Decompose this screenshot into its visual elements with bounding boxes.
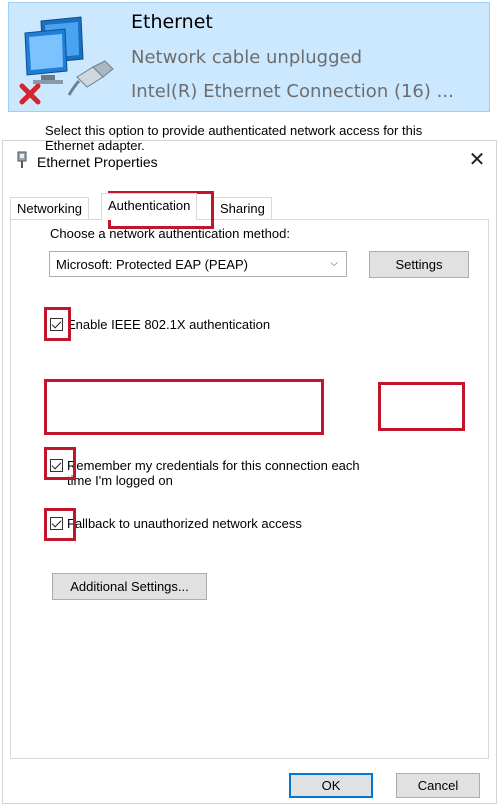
cancel-button[interactable]: Cancel [396, 773, 480, 798]
close-icon: ✕ [468, 149, 486, 171]
close-button[interactable]: ✕ [462, 147, 492, 173]
fallback-row[interactable]: Fallback to unauthorized network access [50, 516, 302, 531]
adapter-name: Ethernet [131, 11, 213, 33]
enable-8021x-row[interactable]: Enable IEEE 802.1X authentication [50, 317, 270, 332]
fallback-label: Fallback to unauthorized network access [67, 516, 302, 531]
tab-sharing[interactable]: Sharing [213, 197, 272, 219]
chevron-down-icon[interactable]: ⌵ [322, 253, 345, 275]
remember-credentials-row[interactable]: Remember my credentials for this connect… [50, 458, 360, 488]
remember-credentials-checkbox[interactable] [50, 459, 63, 472]
enable-8021x-label: Enable IEEE 802.1X authentication [67, 317, 271, 332]
tab-panel-authentication [10, 219, 489, 759]
adapter-status: Network cable unplugged [131, 47, 363, 68]
adapter-device: Intel(R) Ethernet Connection (16) ... [131, 81, 454, 102]
fallback-checkbox[interactable] [50, 517, 63, 530]
network-adapter-small-icon [17, 151, 27, 168]
tab-networking[interactable]: Networking [10, 197, 90, 219]
additional-settings-button[interactable]: Additional Settings... [52, 573, 207, 600]
remember-credentials-label: Remember my credentials for this connect… [67, 458, 360, 488]
auth-method-select[interactable]: Microsoft: Protected EAP (PEAP) ⌵ [49, 251, 347, 277]
enable-8021x-checkbox[interactable] [50, 318, 63, 331]
ok-button[interactable]: OK [289, 773, 373, 798]
tab-authentication[interactable]: Authentication [101, 193, 198, 220]
window-title: Ethernet Properties [37, 154, 158, 170]
auth-method-value: Microsoft: Protected EAP (PEAP) [56, 257, 248, 272]
network-adapter-tile[interactable]: Ethernet Network cable unplugged Intel(R… [8, 2, 490, 112]
auth-description: Select this option to provide authentica… [45, 123, 423, 153]
red-x-icon [19, 83, 41, 105]
settings-button[interactable]: Settings [369, 251, 469, 278]
auth-method-label: Choose a network authentication method: [50, 226, 290, 241]
